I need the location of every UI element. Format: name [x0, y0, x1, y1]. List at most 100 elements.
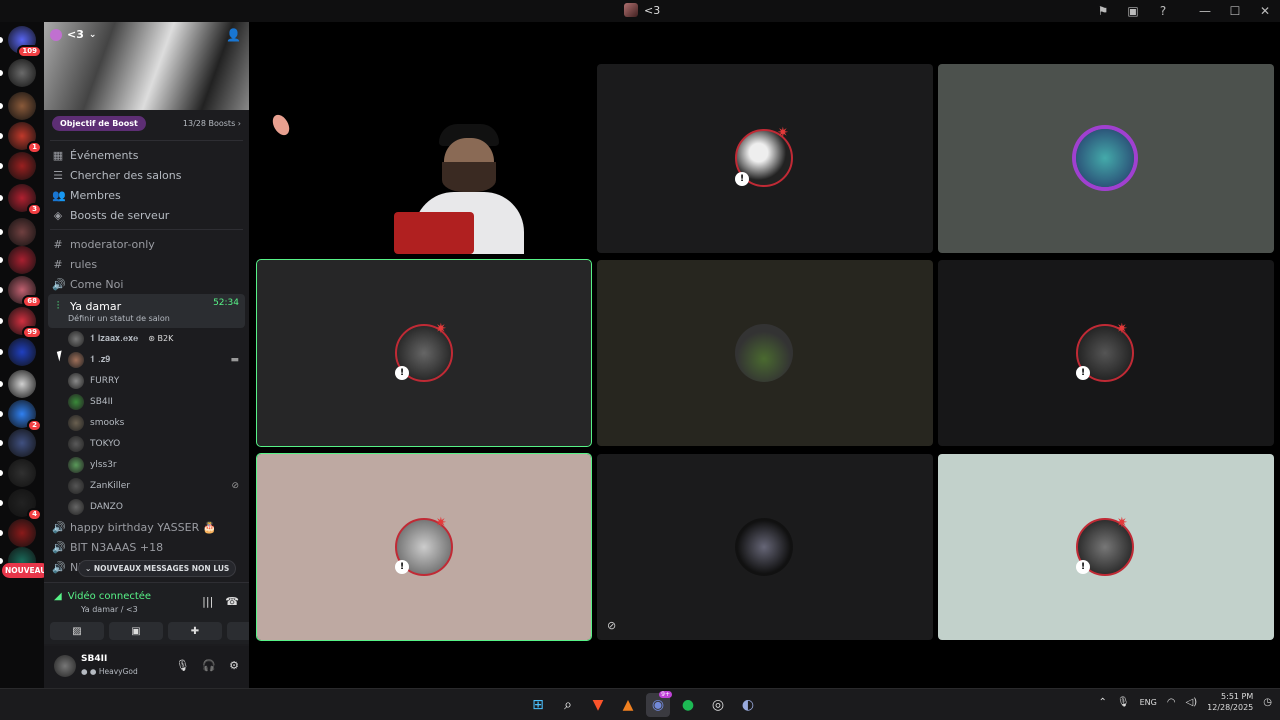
voice-user[interactable]: 𝟏 𝐥𝐳𝐚𝐚𝐱.𝐞𝐱𝐞 ⊛ B2K — [44, 328, 249, 349]
nav-item[interactable]: 👥 Membres — [44, 185, 249, 205]
guild-pill — [0, 411, 3, 417]
disconnect-icon[interactable]: ☎ — [225, 595, 239, 608]
headphones-icon[interactable]: 🎧 — [202, 659, 216, 672]
guild-icon[interactable] — [8, 218, 36, 246]
username[interactable]: SB4II — [81, 654, 107, 664]
wifi-icon[interactable]: ◠ — [1167, 697, 1176, 708]
language-indicator[interactable]: ENG — [1140, 698, 1157, 707]
boost-goal-label: Objectif de Boost — [52, 115, 146, 131]
avatar[interactable] — [54, 655, 76, 677]
maximize-icon[interactable]: ☐ — [1220, 0, 1250, 22]
participant-tile[interactable]: ✷ ! — [597, 64, 933, 253]
inbox-icon[interactable]: ⚑ — [1088, 0, 1118, 22]
boost-progress[interactable]: Objectif de Boost 13/28 Boosts › — [44, 110, 249, 136]
channel-label: happy birthday YASSER 🎂 — [70, 520, 217, 534]
guild-pill — [0, 318, 3, 324]
guild-icon[interactable] — [8, 59, 36, 87]
guild-icon[interactable] — [8, 338, 36, 366]
server-header[interactable]: <3 ⌄ — [50, 28, 96, 41]
voice-user[interactable]: SB4II — [44, 391, 249, 412]
voice-user[interactable]: ZanKiller ⊘ — [44, 475, 249, 496]
channel-ya-damar[interactable]: ⫶ Ya damar 52:34 Définir un statut de sa… — [48, 294, 245, 328]
app-icon[interactable]: ▲ — [616, 693, 640, 717]
unread-messages-pill[interactable]: ⌄ NOUVEAUX MESSAGES NON LUS — [78, 560, 237, 577]
voice-user-name: 𝟏 .𝐳𝟗 — [90, 354, 111, 365]
voice-user[interactable]: DANZO — [44, 496, 249, 517]
guild-pill — [0, 440, 3, 446]
steam-icon[interactable]: ◐ — [736, 693, 760, 717]
guild-pill — [0, 163, 3, 169]
guild-icon[interactable]: 1 — [8, 122, 42, 154]
gear-icon[interactable]: ⚙ — [229, 659, 239, 672]
help-icon[interactable]: ? — [1148, 0, 1178, 22]
nav-item[interactable]: ◈ Boosts de serveur — [44, 205, 249, 225]
participant-tile[interactable] — [938, 64, 1274, 253]
participant-tile[interactable]: ✷ ! — [938, 260, 1274, 446]
guild-icon[interactable]: 2 — [8, 400, 42, 432]
participant-tile[interactable]: ✷ ! — [938, 454, 1274, 640]
guild-icon[interactable] — [8, 429, 36, 457]
participant-tile[interactable] — [597, 260, 933, 446]
server-banner[interactable]: <3 ⌄ 👤 — [44, 22, 249, 110]
brave-icon[interactable]: ▼ — [586, 693, 610, 717]
screen-share-button[interactable]: ▣ — [109, 622, 163, 640]
noise-suppression-icon[interactable]: ||| — [202, 595, 213, 608]
notification-icon[interactable]: ◷ — [1263, 697, 1272, 708]
invite-icon[interactable]: 👤 — [226, 28, 241, 42]
windows-start-icon[interactable]: ⊞ — [526, 693, 550, 717]
guild-icon[interactable]: 109 — [8, 26, 42, 58]
voice-user[interactable]: smooks — [44, 412, 249, 433]
activities-button[interactable]: ✚ — [168, 622, 222, 640]
guild-pill — [0, 558, 3, 564]
channel-item[interactable]: 🔊 happy birthday YASSER 🎂 — [44, 517, 249, 537]
guild-icon[interactable]: 99 — [8, 307, 42, 339]
camera-off-button[interactable]: ▨ — [50, 622, 104, 640]
voice-location[interactable]: Ya damar / <3 — [81, 605, 138, 614]
guild-icon[interactable] — [8, 92, 36, 120]
guild-icon[interactable] — [8, 152, 36, 180]
voice-user[interactable]: 𝟏 .𝐳𝟗 ▬ — [44, 349, 249, 370]
guild-pill — [0, 381, 3, 387]
voice-user[interactable]: TOKYO — [44, 433, 249, 454]
channel-item[interactable]: # rules — [44, 254, 249, 274]
clock-date: 12/28/2025 — [1207, 703, 1254, 712]
nouveau-badge[interactable]: NOUVEAU — [2, 563, 50, 578]
discord-icon[interactable]: ◉ 9+ — [646, 691, 672, 717]
nav-item[interactable]: ▦ Événements — [44, 145, 249, 165]
guild-icon[interactable] — [8, 459, 36, 487]
guild-icon[interactable] — [8, 246, 36, 274]
participant-tile[interactable]: ✷ ! — [256, 453, 592, 641]
chrome-icon[interactable]: ◎ — [706, 693, 730, 717]
avatar — [68, 477, 84, 494]
mic-icon[interactable]: 🎙 — [175, 659, 189, 672]
close-icon[interactable]: ✕ — [1250, 0, 1280, 22]
volume-icon[interactable]: ◁) — [1186, 697, 1198, 708]
voice-user[interactable]: FURRY — [44, 370, 249, 391]
guild-icon[interactable]: 4 — [8, 489, 42, 521]
search-icon[interactable]: ⌕ — [556, 693, 580, 717]
tray-chevron-icon[interactable]: ⌃ — [1098, 697, 1106, 708]
screen-icon[interactable]: ▣ — [1118, 0, 1148, 22]
mic-icon[interactable]: 🎙 — [1117, 697, 1130, 708]
guild-icon[interactable] — [8, 370, 36, 398]
nav-item[interactable]: ☰ Chercher des salons — [44, 165, 249, 185]
clock[interactable]: 5:51 PM 12/28/2025 — [1207, 691, 1253, 713]
avatar — [68, 414, 84, 431]
channel-status[interactable]: Définir un statut de salon — [52, 314, 170, 323]
channel-browse-icon: ☰ — [53, 168, 63, 182]
voice-user[interactable]: ylss3r — [44, 454, 249, 475]
channel-item[interactable]: 🔊 Come Noi — [44, 274, 249, 294]
channel-item[interactable]: 🔊 BIT N3AAAS +18 — [44, 537, 249, 557]
participant-tile[interactable]: ✷ ! — [256, 259, 592, 447]
spotify-icon[interactable]: ● — [676, 693, 700, 717]
webcam-tile[interactable] — [254, 64, 592, 254]
channel-item[interactable]: # moderator-only — [44, 234, 249, 254]
minimize-icon[interactable]: — — [1190, 0, 1220, 22]
divider — [50, 140, 243, 141]
participant-tile[interactable]: ⊘ — [597, 454, 933, 640]
guild-icon[interactable]: 3 — [8, 184, 42, 216]
guild-icon[interactable] — [8, 519, 36, 547]
guild-icon[interactable]: 68 — [8, 276, 42, 308]
voice-status[interactable]: Vidéo connectée — [68, 591, 151, 602]
guild-pill — [0, 287, 3, 293]
